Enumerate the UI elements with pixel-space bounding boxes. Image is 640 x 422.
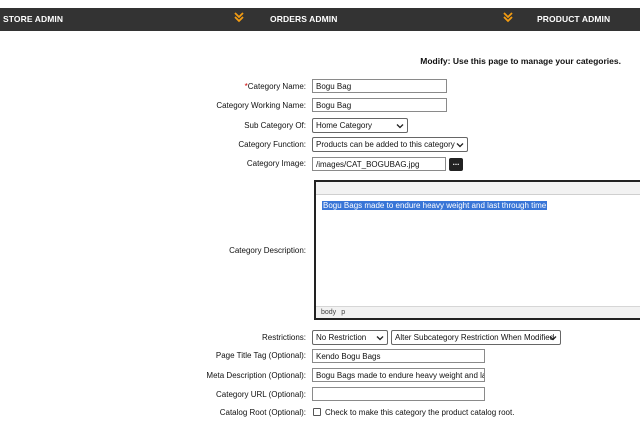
restrictions-value: No Restriction <box>316 333 367 342</box>
category-image-input[interactable]: /images/CAT_BOGUBAG.jpg <box>312 157 446 171</box>
restrictions-label: Restrictions: <box>261 333 306 342</box>
meta-description-input[interactable]: Bogu Bags made to endure heavy weight an… <box>312 368 485 382</box>
nav-product-admin[interactable]: PRODUCT ADMIN <box>537 14 610 24</box>
nav-orders-admin[interactable]: ORDERS ADMIN <box>270 14 337 24</box>
editor-content[interactable]: Bogu Bags made to endure heavy weight an… <box>322 201 548 210</box>
chevron-down-icon[interactable] <box>233 11 245 23</box>
chevron-down-icon <box>396 124 404 129</box>
category-working-name-label: Category Working Name: <box>216 101 306 110</box>
nav-store-admin[interactable]: STORE ADMIN <box>3 14 63 24</box>
category-function-select[interactable]: Products can be added to this category <box>312 137 468 152</box>
page-title-tag-label: Page Title Tag (Optional): <box>215 351 306 360</box>
category-name-input[interactable]: Bogu Bag <box>312 79 447 93</box>
rich-text-editor[interactable]: Bogu Bags made to endure heavy weight an… <box>314 180 640 320</box>
catalog-root-label: Catalog Root (Optional): <box>219 408 306 417</box>
editor-toolbar <box>316 182 640 195</box>
subcategory-restriction-value: Alter Subcategory Restriction When Modif… <box>395 333 555 342</box>
category-url-label: Category URL (Optional): <box>216 390 306 399</box>
page-title-tag-input[interactable]: Kendo Bogu Bags <box>312 349 485 363</box>
category-function-label: Category Function: <box>238 140 306 149</box>
chevron-down-icon[interactable] <box>502 11 514 23</box>
top-strip <box>0 0 640 8</box>
catalog-root-checkbox[interactable] <box>313 408 321 416</box>
category-working-name-input[interactable]: Bogu Bag <box>312 98 447 112</box>
sub-category-select[interactable]: Home Category <box>312 118 408 133</box>
status-path-body[interactable]: body <box>321 309 336 316</box>
chevron-down-icon <box>456 143 464 148</box>
sub-category-label: Sub Category Of: <box>244 121 306 130</box>
subcategory-restriction-select[interactable]: Alter Subcategory Restriction When Modif… <box>391 330 561 345</box>
chevron-down-icon <box>549 336 557 341</box>
chevron-down-icon <box>376 336 384 341</box>
category-image-label: Category Image: <box>246 159 306 168</box>
editor-status-bar: body p <box>316 306 640 318</box>
admin-nav-bar: STORE ADMIN ORDERS ADMIN PRODUCT ADMIN <box>0 8 640 31</box>
selected-text: Bogu Bags made to endure heavy weight an… <box>322 201 548 210</box>
page-headline: Modify: Use this page to manage your cat… <box>420 56 621 66</box>
category-name-label: *Category Name: <box>244 82 306 91</box>
sub-category-value: Home Category <box>316 121 373 130</box>
status-path-p[interactable]: p <box>341 309 345 316</box>
restrictions-select[interactable]: No Restriction <box>312 330 388 345</box>
browse-image-button[interactable]: ... <box>449 158 463 171</box>
category-function-value: Products can be added to this category <box>316 140 455 149</box>
category-url-input[interactable] <box>312 387 485 401</box>
meta-description-label: Meta Description (Optional): <box>206 371 306 380</box>
catalog-root-checkbox-label[interactable]: Check to make this category the product … <box>325 408 514 417</box>
category-description-label: Category Description: <box>229 246 306 255</box>
